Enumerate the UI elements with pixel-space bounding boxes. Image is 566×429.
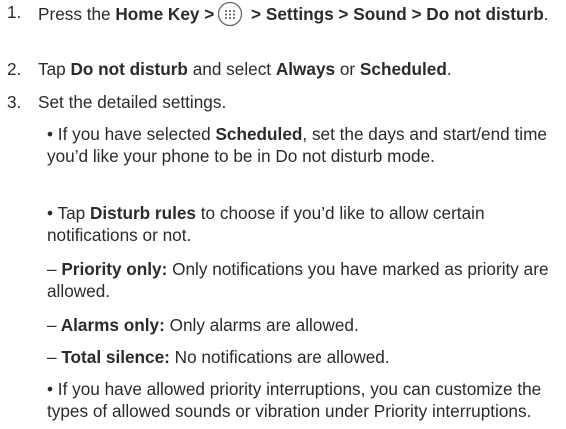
home-key-label: Home Key > — [115, 4, 215, 24]
apps-drawer-icon — [217, 1, 243, 27]
step-number: 3. — [7, 92, 22, 112]
disturb-rules-note: • Tap Disturb rules to choose if you’d l… — [47, 203, 485, 245]
step-text: Press the Home Key > > Settings > Sound … — [38, 1, 560, 27]
step-text: Set the detailed settings. — [38, 92, 227, 112]
dash: – — [47, 347, 57, 367]
scheduled-note: • If you have selected Scheduled, set th… — [47, 124, 547, 166]
step-text: Tap Do not disturb and select Always or … — [38, 59, 452, 79]
settings-path: > Settings > Sound > Do not disturb — [246, 4, 544, 24]
priority-interruptions-note: • If you have allowed priority interrupt… — [47, 379, 542, 421]
priority-only-option: – Priority only: Only notifications you … — [47, 259, 549, 301]
dash: – — [47, 315, 57, 335]
instruction-page: 1. Press the Home Key > > Settings > Sou… — [0, 0, 566, 429]
dash: – — [47, 259, 57, 279]
alarms-only-option: – Alarms only: Only alarms are allowed. — [47, 315, 359, 335]
total-silence-option: – Total silence: No notifications are al… — [47, 347, 390, 367]
step-number: 1. — [7, 2, 22, 22]
step-number: 2. — [7, 59, 22, 79]
